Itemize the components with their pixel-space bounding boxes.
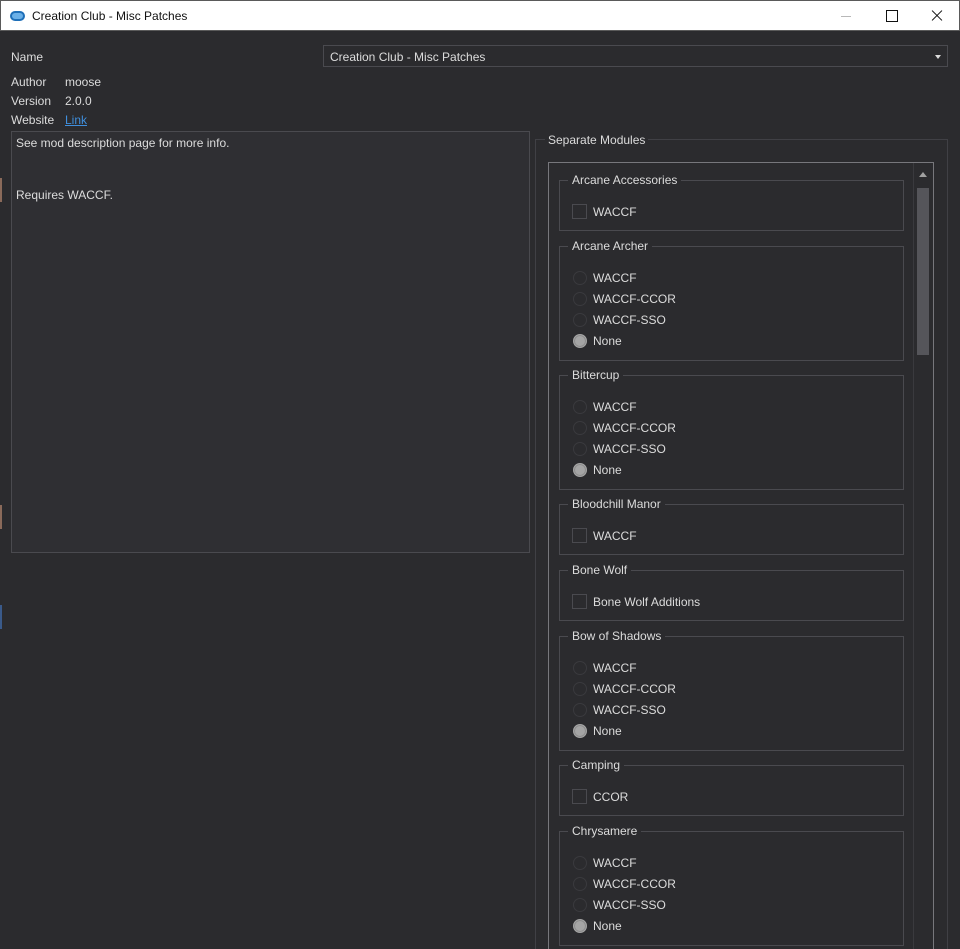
option-label: None xyxy=(593,463,622,477)
option-label: WACCF xyxy=(593,205,637,219)
separate-modules-title: Separate Modules xyxy=(545,133,649,147)
radio-button[interactable] xyxy=(573,877,587,891)
option-label: WACCF-CCOR xyxy=(593,421,676,435)
website-link[interactable]: Link xyxy=(65,113,87,127)
scroll-up-icon[interactable] xyxy=(919,172,927,177)
radio-button[interactable] xyxy=(573,856,587,870)
option-label: Bone Wolf Additions xyxy=(593,595,701,609)
radio-button[interactable] xyxy=(573,682,587,696)
radio-button[interactable] xyxy=(573,313,587,327)
radio-button[interactable] xyxy=(573,661,587,675)
module-group-bloodchill-manor: Bloodchill Manor WACCF xyxy=(559,497,904,555)
title-bar: Creation Club - Misc Patches xyxy=(0,0,960,31)
option-label: None xyxy=(593,919,622,933)
group-title: Bow of Shadows xyxy=(568,629,666,643)
option-label: WACCF xyxy=(593,856,637,870)
option-label: WACCF-SSO xyxy=(593,703,666,717)
radio-button-selected[interactable] xyxy=(573,463,587,477)
group-title: Bone Wolf xyxy=(568,563,632,577)
option-label: WACCF-SSO xyxy=(593,442,666,456)
description-box[interactable]: See mod description page for more info. … xyxy=(11,131,530,553)
version-label: Version xyxy=(11,94,52,108)
name-label: Name xyxy=(11,50,44,64)
option-label: WACCF xyxy=(593,271,637,285)
website-label: Website xyxy=(11,113,55,127)
maximize-button[interactable] xyxy=(868,1,914,31)
option-label: WACCF-CCOR xyxy=(593,292,676,306)
radio-button[interactable] xyxy=(573,292,587,306)
option-label: None xyxy=(593,724,622,738)
description-line: See mod description page for more info. xyxy=(16,136,230,150)
close-button[interactable] xyxy=(914,1,960,31)
option-label: WACCF-SSO xyxy=(593,313,666,327)
option-label: CCOR xyxy=(593,790,629,804)
module-group-bittercup: Bittercup WACCF WACCF-CCOR WACCF-SSO Non… xyxy=(559,368,904,490)
option-label: None xyxy=(593,334,622,348)
radio-button-selected[interactable] xyxy=(573,334,587,348)
author-label: Author xyxy=(11,75,47,89)
vertical-scrollbar[interactable] xyxy=(913,163,933,949)
module-group-camping: Camping CCOR xyxy=(559,758,904,816)
edge-marker xyxy=(0,178,2,202)
checkbox[interactable] xyxy=(572,594,587,609)
radio-button-selected[interactable] xyxy=(573,724,587,738)
radio-button[interactable] xyxy=(573,400,587,414)
module-group-bone-wolf: Bone Wolf Bone Wolf Additions xyxy=(559,563,904,621)
group-title: Bloodchill Manor xyxy=(568,497,665,511)
option-label: WACCF-SSO xyxy=(593,898,666,912)
chevron-down-icon xyxy=(935,55,941,59)
group-title: Chrysamere xyxy=(568,824,642,838)
radio-button[interactable] xyxy=(573,271,587,285)
radio-button[interactable] xyxy=(573,442,587,456)
radio-button[interactable] xyxy=(573,421,587,435)
option-label: WACCF xyxy=(593,529,637,543)
scroll-thumb[interactable] xyxy=(917,188,929,355)
name-dropdown[interactable]: Creation Club - Misc Patches xyxy=(323,45,948,67)
app-icon xyxy=(10,11,25,21)
module-group-chrysamere: Chrysamere WACCF WACCF-CCOR WACCF-SSO No… xyxy=(559,824,904,946)
version-value: 2.0.0 xyxy=(65,94,92,108)
group-title: Arcane Archer xyxy=(568,239,653,253)
module-group-bow-of-shadows: Bow of Shadows WACCF WACCF-CCOR WACCF-SS… xyxy=(559,629,904,751)
option-label: WACCF-CCOR xyxy=(593,682,676,696)
description-line: Requires WACCF. xyxy=(16,188,113,202)
module-group-arcane-accessories: Arcane Accessories WACCF xyxy=(559,173,904,231)
option-label: WACCF xyxy=(593,661,637,675)
group-title: Arcane Accessories xyxy=(568,173,682,187)
edge-marker xyxy=(0,605,2,629)
checkbox[interactable] xyxy=(572,204,587,219)
option-label: WACCF-CCOR xyxy=(593,877,676,891)
minimize-button[interactable] xyxy=(823,1,869,31)
radio-button[interactable] xyxy=(573,898,587,912)
checkbox[interactable] xyxy=(572,789,587,804)
checkbox[interactable] xyxy=(572,528,587,543)
option-label: WACCF xyxy=(593,400,637,414)
group-title: Camping xyxy=(568,758,625,772)
radio-button-selected[interactable] xyxy=(573,919,587,933)
window-title: Creation Club - Misc Patches xyxy=(32,9,188,23)
author-value: moose xyxy=(65,75,102,89)
edge-marker xyxy=(0,505,2,529)
group-title: Bittercup xyxy=(568,368,624,382)
radio-button[interactable] xyxy=(573,703,587,717)
module-group-arcane-archer: Arcane Archer WACCF WACCF-CCOR WACCF-SSO… xyxy=(559,239,904,361)
name-dropdown-value: Creation Club - Misc Patches xyxy=(330,50,486,64)
